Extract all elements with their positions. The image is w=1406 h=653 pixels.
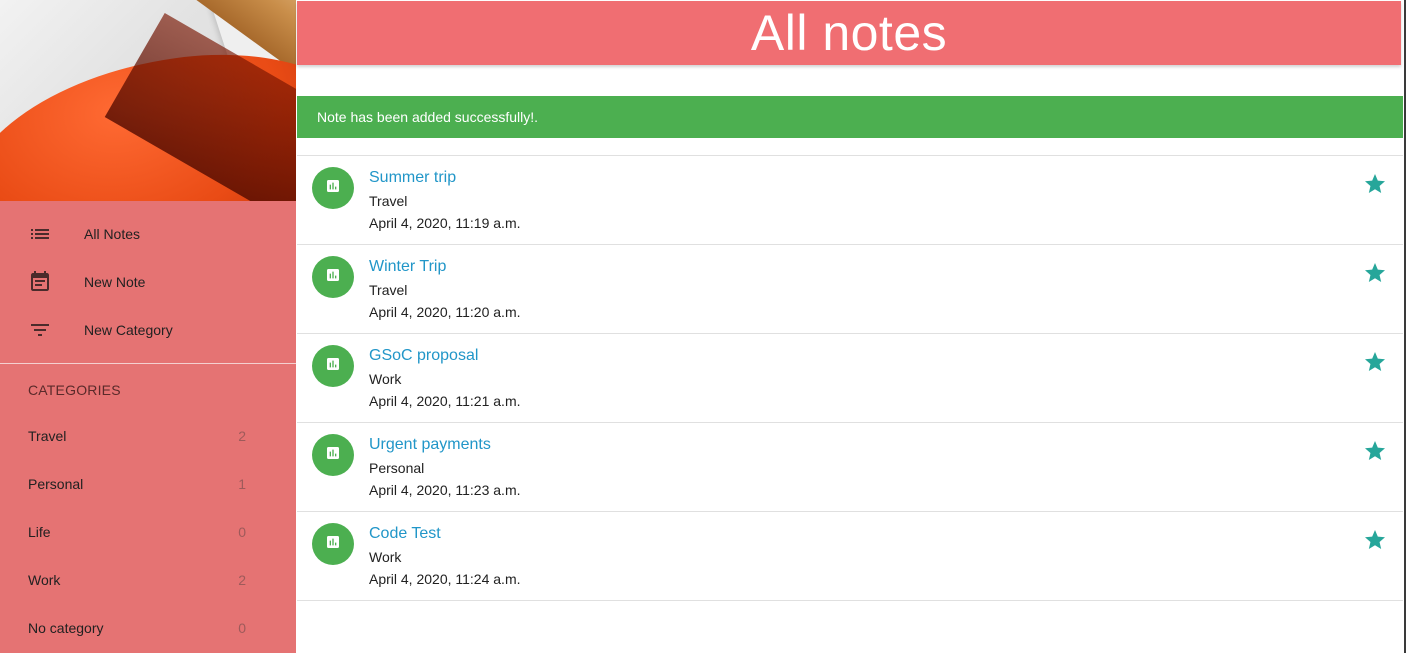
note-category: Travel <box>369 282 408 298</box>
alert-message: Note has been added successfully!. <box>317 109 539 125</box>
notes-list: Summer trip Travel April 4, 2020, 11:19 … <box>297 155 1403 601</box>
sidebar-nav: All Notes New Note New Category <box>0 201 296 354</box>
nav-new-note[interactable]: New Note <box>0 258 296 306</box>
star-icon[interactable] <box>1363 172 1387 196</box>
category-count: 2 <box>238 572 246 588</box>
note-avatar <box>312 523 354 565</box>
note-title-link[interactable]: Winter Trip <box>369 258 446 276</box>
note-title-link[interactable]: Code Test <box>369 525 441 543</box>
note-avatar <box>312 434 354 476</box>
nav-new-category-label: New Category <box>84 322 173 338</box>
note-avatar <box>312 345 354 387</box>
note-item: Code Test Work April 4, 2020, 11:24 a.m. <box>297 512 1403 601</box>
note-date: April 4, 2020, 11:23 a.m. <box>369 482 521 498</box>
category-name: No category <box>28 620 104 636</box>
note-category: Work <box>369 371 402 387</box>
note-date: April 4, 2020, 11:24 a.m. <box>369 571 521 587</box>
filter-icon <box>28 318 52 342</box>
category-work[interactable]: Work 2 <box>0 556 296 604</box>
category-travel[interactable]: Travel 2 <box>0 412 296 460</box>
category-count: 1 <box>238 476 246 492</box>
note-avatar <box>312 167 354 209</box>
success-alert: Note has been added successfully!. <box>297 96 1403 138</box>
title-bar: All notes <box>297 1 1401 65</box>
nav-new-note-label: New Note <box>84 274 146 290</box>
note-category: Personal <box>369 460 425 476</box>
note-item: Urgent payments Personal April 4, 2020, … <box>297 423 1403 512</box>
page-title: All notes <box>750 5 948 61</box>
star-icon[interactable] <box>1363 528 1387 552</box>
nav-all-notes[interactable]: All Notes <box>0 210 296 258</box>
category-count: 0 <box>238 524 246 540</box>
note-item: Summer trip Travel April 4, 2020, 11:19 … <box>297 156 1403 245</box>
category-life[interactable]: Life 0 <box>0 508 296 556</box>
note-item: Winter Trip Travel April 4, 2020, 11:20 … <box>297 245 1403 334</box>
nav-all-notes-label: All Notes <box>84 226 141 242</box>
chart-icon <box>325 178 341 199</box>
note-date: April 4, 2020, 11:19 a.m. <box>369 215 521 231</box>
star-icon[interactable] <box>1363 439 1387 463</box>
chart-icon <box>325 534 341 555</box>
category-name: Travel <box>28 428 67 444</box>
category-count: 0 <box>238 620 246 636</box>
note-title-link[interactable]: GSoC proposal <box>369 347 478 365</box>
category-name: Work <box>28 572 61 588</box>
nav-new-category[interactable]: New Category <box>0 306 296 354</box>
note-item: GSoC proposal Work April 4, 2020, 11:21 … <box>297 334 1403 423</box>
note-date: April 4, 2020, 11:20 a.m. <box>369 304 521 320</box>
category-name: Life <box>28 524 51 540</box>
category-count: 2 <box>238 428 246 444</box>
note-title-link[interactable]: Summer trip <box>369 169 456 187</box>
list-icon <box>28 222 52 246</box>
main-content: All notes Note has been added successful… <box>296 0 1406 653</box>
category-no-category[interactable]: No category 0 <box>0 604 296 652</box>
category-name: Personal <box>28 476 84 492</box>
sidebar: All Notes New Note New Category CATEGORI… <box>0 0 296 653</box>
note-category: Work <box>369 549 402 565</box>
star-icon[interactable] <box>1363 350 1387 374</box>
chart-icon <box>325 267 341 288</box>
note-title-link[interactable]: Urgent payments <box>369 436 491 454</box>
chart-icon <box>325 356 341 377</box>
star-icon[interactable] <box>1363 261 1387 285</box>
categories-header: CATEGORIES <box>28 382 121 398</box>
chart-icon <box>325 445 341 466</box>
calendar-note-icon <box>28 270 52 294</box>
note-avatar <box>312 256 354 298</box>
note-category: Travel <box>369 193 408 209</box>
category-personal[interactable]: Personal 1 <box>0 460 296 508</box>
sidebar-header-image <box>0 0 296 201</box>
note-date: April 4, 2020, 11:21 a.m. <box>369 393 521 409</box>
